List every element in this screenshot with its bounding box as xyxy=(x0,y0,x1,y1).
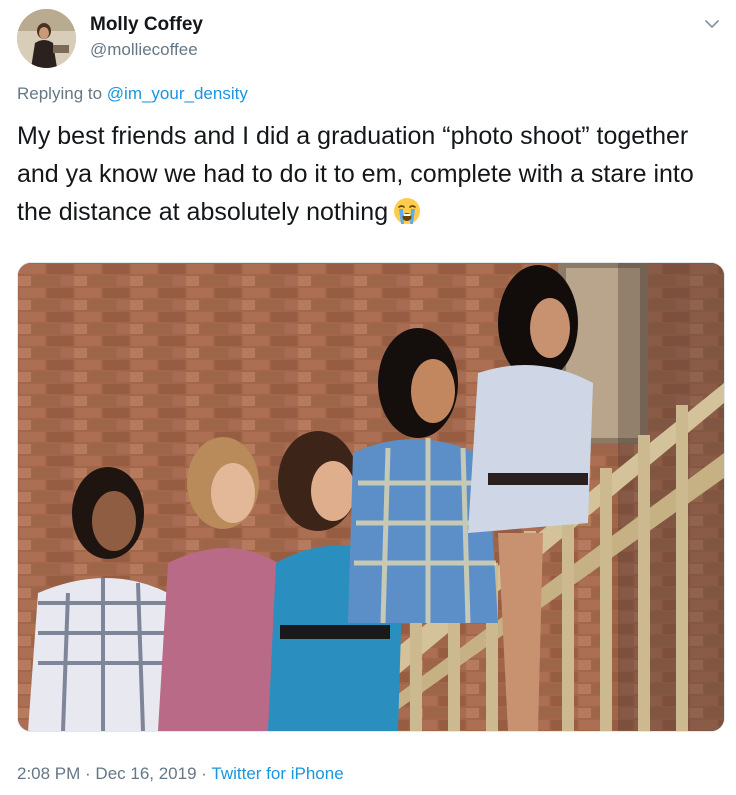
author-name[interactable]: Molly Coffey xyxy=(90,14,203,36)
meta-separator: · xyxy=(80,764,96,783)
replying-to-label: Replying to xyxy=(17,84,107,103)
tweet-source-link[interactable]: Twitter for iPhone xyxy=(211,764,343,783)
reply-mention-link[interactable]: @im_your_density xyxy=(107,84,248,103)
loudly-crying-face-icon xyxy=(392,196,422,226)
tweet-date[interactable]: Dec 16, 2019 xyxy=(95,764,196,783)
meta-separator: · xyxy=(196,764,212,783)
tweet-meta: 2:08 PM · Dec 16, 2019 · Twitter for iPh… xyxy=(17,764,344,784)
avatar-image xyxy=(17,9,76,68)
tweet-text: My best friends and I did a graduation “… xyxy=(17,117,717,231)
chevron-down-icon[interactable] xyxy=(702,14,722,34)
replying-to: Replying to @im_your_density xyxy=(17,84,248,104)
avatar[interactable] xyxy=(17,9,76,68)
photo-image xyxy=(18,263,724,731)
author-handle[interactable]: @molliecoffee xyxy=(90,40,198,60)
tweet-time[interactable]: 2:08 PM xyxy=(17,764,80,783)
tweet-photo[interactable] xyxy=(17,262,725,732)
tweet: Molly Coffey @molliecoffee Replying to @… xyxy=(0,0,736,795)
tweet-text-content: My best friends and I did a graduation “… xyxy=(17,122,694,226)
